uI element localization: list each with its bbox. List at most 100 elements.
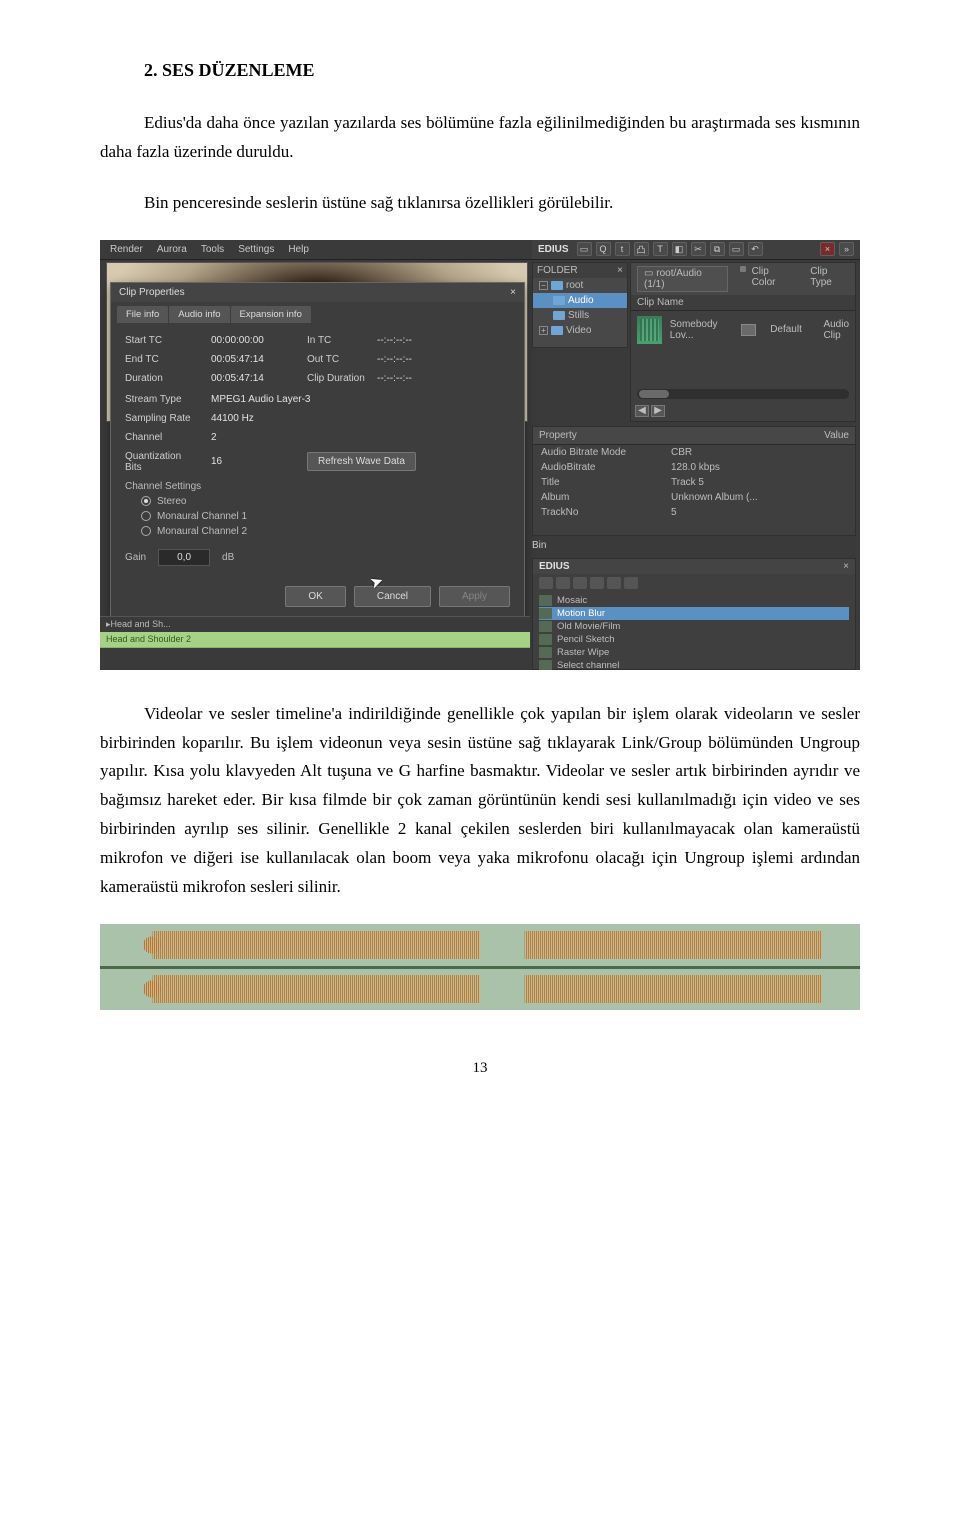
fx-item[interactable]: Mosaic (539, 594, 849, 607)
dialog-title: Clip Properties (119, 287, 185, 298)
tab-expansion-info[interactable]: Expansion info (231, 306, 311, 323)
gain-input[interactable]: 0,0 (158, 549, 210, 566)
scroll-right-icon[interactable]: ▶ (651, 405, 665, 417)
refresh-wave-button[interactable]: Refresh Wave Data (307, 452, 416, 471)
tree-stills[interactable]: Stills (533, 308, 627, 323)
menu-render[interactable]: Render (110, 244, 143, 255)
tree-video[interactable]: +Video (533, 323, 627, 338)
menu-aurora[interactable]: Aurora (157, 244, 187, 255)
toolbar-marker-icon[interactable]: ◧ (672, 242, 687, 256)
fx-item[interactable]: Raster Wipe (539, 646, 849, 659)
prop-row: AudioBitrate128.0 kbps (533, 460, 855, 475)
clip-thumbnail (637, 316, 662, 344)
properties-panel: PropertyValue Audio Bitrate ModeCBR Audi… (532, 426, 856, 536)
val-stream-type: MPEG1 Audio Layer-3 (211, 394, 437, 405)
toolbar-tool-icon[interactable]: t (615, 242, 630, 256)
folder-close-icon[interactable]: × (617, 265, 623, 276)
menu-settings[interactable]: Settings (238, 244, 274, 255)
effects-panel: EDIUS × Mosaic Motion Blur Old Movie/Film… (532, 558, 856, 670)
toolbar-search-icon[interactable]: Q (596, 242, 611, 256)
toolbar-text-icon[interactable]: T (653, 242, 668, 256)
toolbar-clip-icon[interactable]: 凸 (634, 242, 649, 256)
lbl-gain-unit: dB (222, 552, 234, 563)
radio-mono-1[interactable]: Monaural Channel 1 (141, 511, 510, 522)
menu-tools[interactable]: Tools (201, 244, 224, 255)
fx-item[interactable]: Select channel (539, 659, 849, 670)
bin-item[interactable]: Somebody Lov... Default Audio Clip (631, 311, 855, 349)
timeline-row-2[interactable]: Head and Shoulder 2 (100, 632, 530, 648)
fx-tab-icon[interactable] (556, 577, 570, 589)
lbl-start-tc: Start TC (125, 335, 211, 346)
val-start-tc: 00:00:00:00 (211, 335, 307, 346)
lbl-stream-type: Stream Type (125, 394, 211, 405)
radio-icon (141, 496, 151, 506)
lbl-channel-settings: Channel Settings (125, 481, 510, 492)
bin-scrollbar[interactable] (637, 389, 849, 399)
folder-panel: FOLDER× −root Audio Stills +Video (532, 262, 628, 348)
lbl-gain: Gain (125, 552, 146, 563)
val-channel: 2 (211, 432, 307, 443)
ok-button[interactable]: OK (285, 586, 345, 607)
radio-mono-2[interactable]: Monaural Channel 2 (141, 526, 510, 537)
lbl-duration: Duration (125, 373, 211, 384)
val-in-tc: --:--:--:-- (377, 335, 437, 346)
val-out-tc: --:--:--:-- (377, 354, 437, 365)
clip-name: Somebody Lov... (670, 319, 727, 341)
fx-item[interactable]: Pencil Sketch (539, 633, 849, 646)
clip-color-swatch (741, 324, 756, 336)
toolbar-copy-icon[interactable]: ⧉ (710, 242, 725, 256)
effects-close-icon[interactable]: × (843, 561, 849, 572)
menu-help[interactable]: Help (288, 244, 309, 255)
waveform-channel-1 (100, 925, 860, 965)
fx-tab-icon[interactable] (539, 577, 553, 589)
val-quant-bits: 16 (211, 456, 307, 467)
timeline-row-1[interactable]: ▸ Head and Sh... (100, 616, 530, 632)
clip-properties-dialog: Clip Properties × File info Audio info E… (110, 282, 525, 620)
col-clip-name[interactable]: Clip Name (637, 297, 684, 308)
waveform-channel-2 (100, 969, 860, 1009)
toolbar-folder-icon[interactable]: ▭ (577, 242, 592, 256)
col-property: Property (539, 430, 577, 441)
toolbar-undo-icon[interactable]: ↶ (748, 242, 763, 256)
col-clip-type[interactable]: Clip Type (810, 266, 849, 292)
scroll-left-icon[interactable]: ◀ (635, 405, 649, 417)
val-clip-duration: --:--:--:-- (377, 373, 437, 384)
lbl-sample-rate: Sampling Rate (125, 413, 211, 424)
fx-icon (539, 634, 552, 645)
tab-file-info[interactable]: File info (117, 306, 168, 323)
effects-brand: EDIUS (539, 561, 570, 572)
fx-item[interactable]: Motion Blur (539, 607, 849, 620)
toolbar-cut-icon[interactable]: ✂ (691, 242, 706, 256)
waveform-strip (100, 924, 860, 1010)
radio-stereo[interactable]: Stereo (141, 496, 510, 507)
fx-item[interactable]: Old Movie/Film (539, 620, 849, 633)
lbl-clip-duration: Clip Duration (307, 373, 377, 384)
dialog-close-icon[interactable]: × (510, 287, 516, 298)
tab-audio-info[interactable]: Audio info (169, 306, 229, 323)
fx-icon (539, 621, 552, 632)
edius-brand: EDIUS (538, 244, 569, 255)
val-duration: 00:05:47:14 (211, 373, 307, 384)
apply-button[interactable]: Apply (439, 586, 510, 607)
fx-icon (539, 608, 552, 619)
tree-audio[interactable]: Audio (533, 293, 627, 308)
fx-tab-icon[interactable] (590, 577, 604, 589)
bin-panel: ▭ root/Audio (1/1) Clip Color Clip Type … (630, 262, 856, 422)
toolbar-paste-icon[interactable]: ▭ (729, 242, 744, 256)
page-number: 13 (100, 1060, 860, 1077)
color-swatch-icon[interactable] (740, 266, 746, 272)
fx-tab-icon[interactable] (624, 577, 638, 589)
fx-tab-icon[interactable] (607, 577, 621, 589)
val-sample-rate: 44100 Hz (211, 413, 437, 424)
tree-root[interactable]: −root (533, 278, 627, 293)
cancel-button[interactable]: Cancel (354, 586, 431, 607)
lbl-quant-bits: Quantization Bits (125, 451, 211, 473)
col-clip-color[interactable]: Clip Color (752, 266, 793, 292)
toolbar-close-icon[interactable]: × (820, 242, 835, 256)
prop-row: TrackNo5 (533, 505, 855, 520)
fx-icon (539, 595, 552, 606)
col-value: Value (824, 430, 849, 441)
toolbar-expand-icon[interactable]: » (839, 242, 854, 256)
lbl-out-tc: Out TC (307, 354, 377, 365)
fx-tab-icon[interactable] (573, 577, 587, 589)
